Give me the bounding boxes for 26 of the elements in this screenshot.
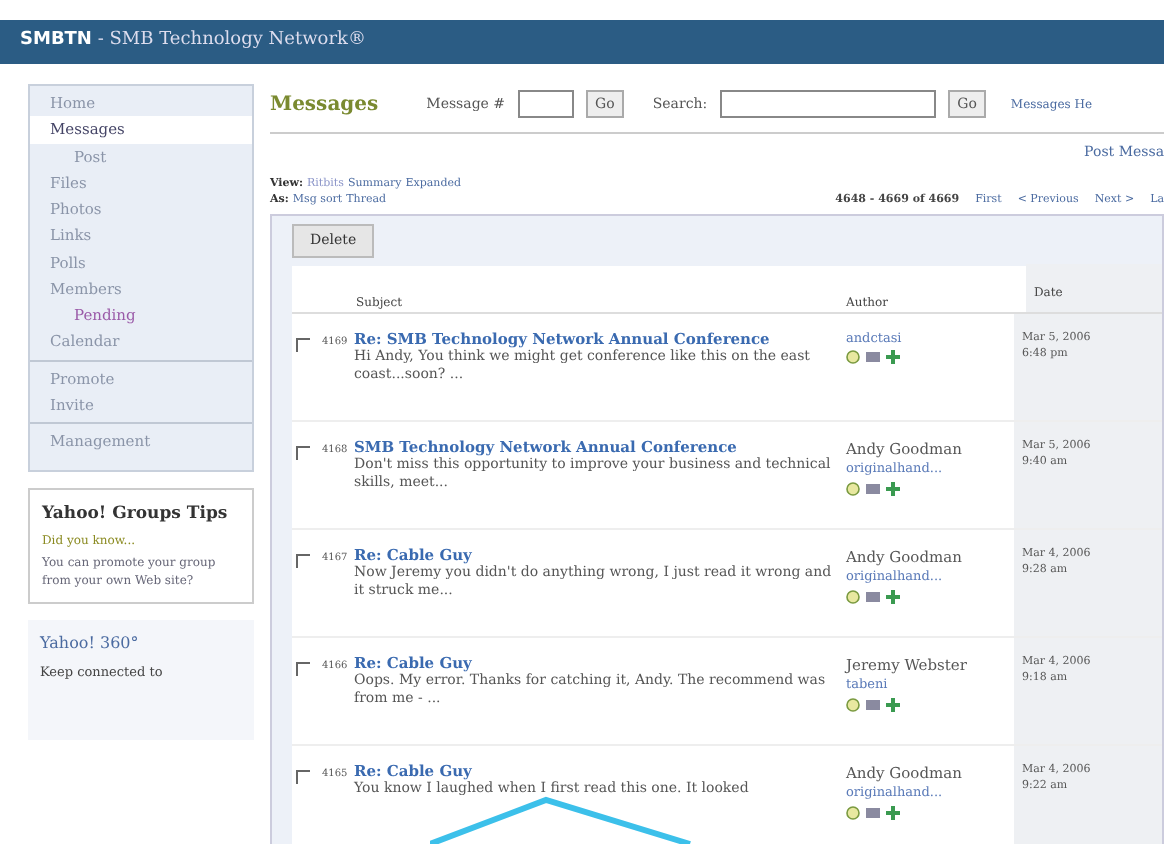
smiley-icon[interactable] bbox=[846, 697, 860, 711]
site-title: SMBTN - SMB Technology Network® bbox=[20, 28, 366, 55]
smiley-icon[interactable] bbox=[846, 350, 860, 365]
smiley-icon[interactable] bbox=[846, 589, 860, 603]
row-checkbox[interactable] bbox=[296, 661, 310, 675]
row-checkbox[interactable] bbox=[296, 553, 310, 567]
mail-icon[interactable] bbox=[866, 352, 880, 363]
plus-icon[interactable] bbox=[886, 697, 900, 711]
mail-icon[interactable] bbox=[866, 699, 880, 709]
row-checkbox[interactable] bbox=[296, 337, 310, 351]
page-title: Messages bbox=[270, 91, 379, 119]
mail-icon[interactable] bbox=[866, 591, 880, 601]
plus-icon[interactable] bbox=[886, 481, 900, 495]
smiley-icon[interactable] bbox=[846, 481, 860, 495]
mail-icon[interactable] bbox=[866, 807, 880, 817]
mail-icon[interactable] bbox=[866, 483, 880, 493]
row-checkbox[interactable] bbox=[296, 445, 310, 459]
smiley-icon[interactable] bbox=[846, 805, 860, 819]
plus-icon[interactable] bbox=[886, 350, 900, 365]
plus-icon[interactable] bbox=[886, 805, 900, 819]
promo-title: Yahoo! 360° bbox=[40, 632, 141, 656]
search-field[interactable] bbox=[719, 90, 936, 118]
plus-icon[interactable] bbox=[886, 589, 900, 603]
tips-title: Yahoo! Groups Tips bbox=[42, 502, 230, 528]
row-checkbox[interactable] bbox=[296, 769, 310, 783]
message-number-field[interactable] bbox=[517, 90, 574, 118]
